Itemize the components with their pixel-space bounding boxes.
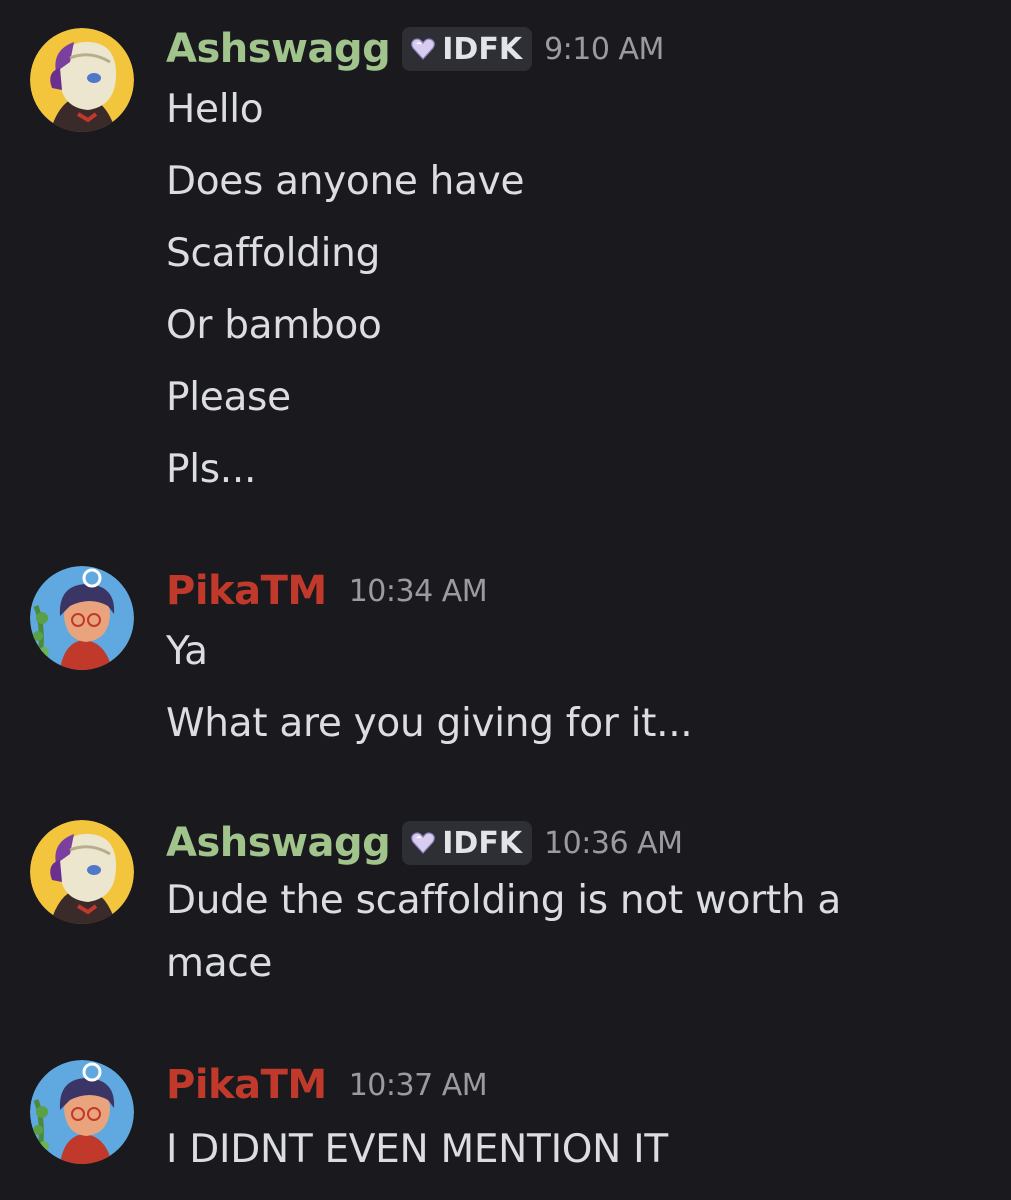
message-line: Please	[166, 375, 291, 420]
timestamp[interactable]: 10:36 AM	[544, 826, 683, 861]
guild-tag[interactable]: IDFK	[402, 27, 533, 71]
avatar-ashswagg-image	[30, 28, 134, 132]
message-header: Ashswagg IDFK 10:36 AM	[166, 818, 991, 868]
message-line: Pls...	[166, 447, 257, 492]
heart-gem-icon	[411, 38, 436, 60]
message-line: I DIDNT EVEN MENTION IT	[166, 1127, 668, 1172]
message-content: PikaTM 10:37 AM I DIDNT EVEN MENTION IT	[166, 1060, 991, 1190]
message-header: PikaTM 10:37 AM	[166, 1060, 991, 1110]
avatar-pikatm[interactable]	[30, 566, 134, 670]
message-content: Ashswagg IDFK 9:10 AM Hello Does anyone …	[166, 24, 991, 506]
message-line: Does anyone have	[166, 159, 525, 204]
username[interactable]: PikaTM	[166, 1062, 327, 1108]
message-line: Scaffolding	[166, 231, 381, 276]
guild-tag-label: IDFK	[442, 31, 523, 67]
timestamp[interactable]: 9:10 AM	[544, 32, 664, 67]
username[interactable]: PikaTM	[166, 568, 327, 614]
timestamp[interactable]: 10:34 AM	[349, 574, 488, 609]
timestamp[interactable]: 10:37 AM	[349, 1068, 488, 1103]
avatar-pikatm-image	[30, 1060, 134, 1164]
message-line: What are you giving for it...	[166, 701, 693, 746]
message-line: mace	[166, 941, 273, 986]
message-line: Ya	[166, 629, 208, 674]
avatar-ashswagg[interactable]	[30, 820, 134, 924]
message-header: Ashswagg IDFK 9:10 AM	[166, 24, 991, 74]
message-line: Dude the scaffolding is not worth a	[166, 878, 841, 923]
avatar-pikatm[interactable]	[30, 1060, 134, 1164]
avatar-ashswagg[interactable]	[30, 28, 134, 132]
avatar-ashswagg-image	[30, 820, 134, 924]
guild-tag[interactable]: IDFK	[402, 821, 533, 865]
message-line: Hello	[166, 87, 264, 132]
message-content: Ashswagg IDFK 10:36 AM Dude the scaffold…	[166, 818, 991, 994]
message-header: PikaTM 10:34 AM	[166, 566, 991, 616]
username[interactable]: Ashswagg	[166, 820, 391, 866]
username[interactable]: Ashswagg	[166, 26, 391, 72]
guild-tag-label: IDFK	[442, 825, 523, 861]
heart-gem-icon	[411, 832, 436, 854]
avatar-pikatm-image	[30, 566, 134, 670]
message-line: Or bamboo	[166, 303, 382, 348]
message-content: PikaTM 10:34 AM Ya What are you giving f…	[166, 566, 991, 760]
